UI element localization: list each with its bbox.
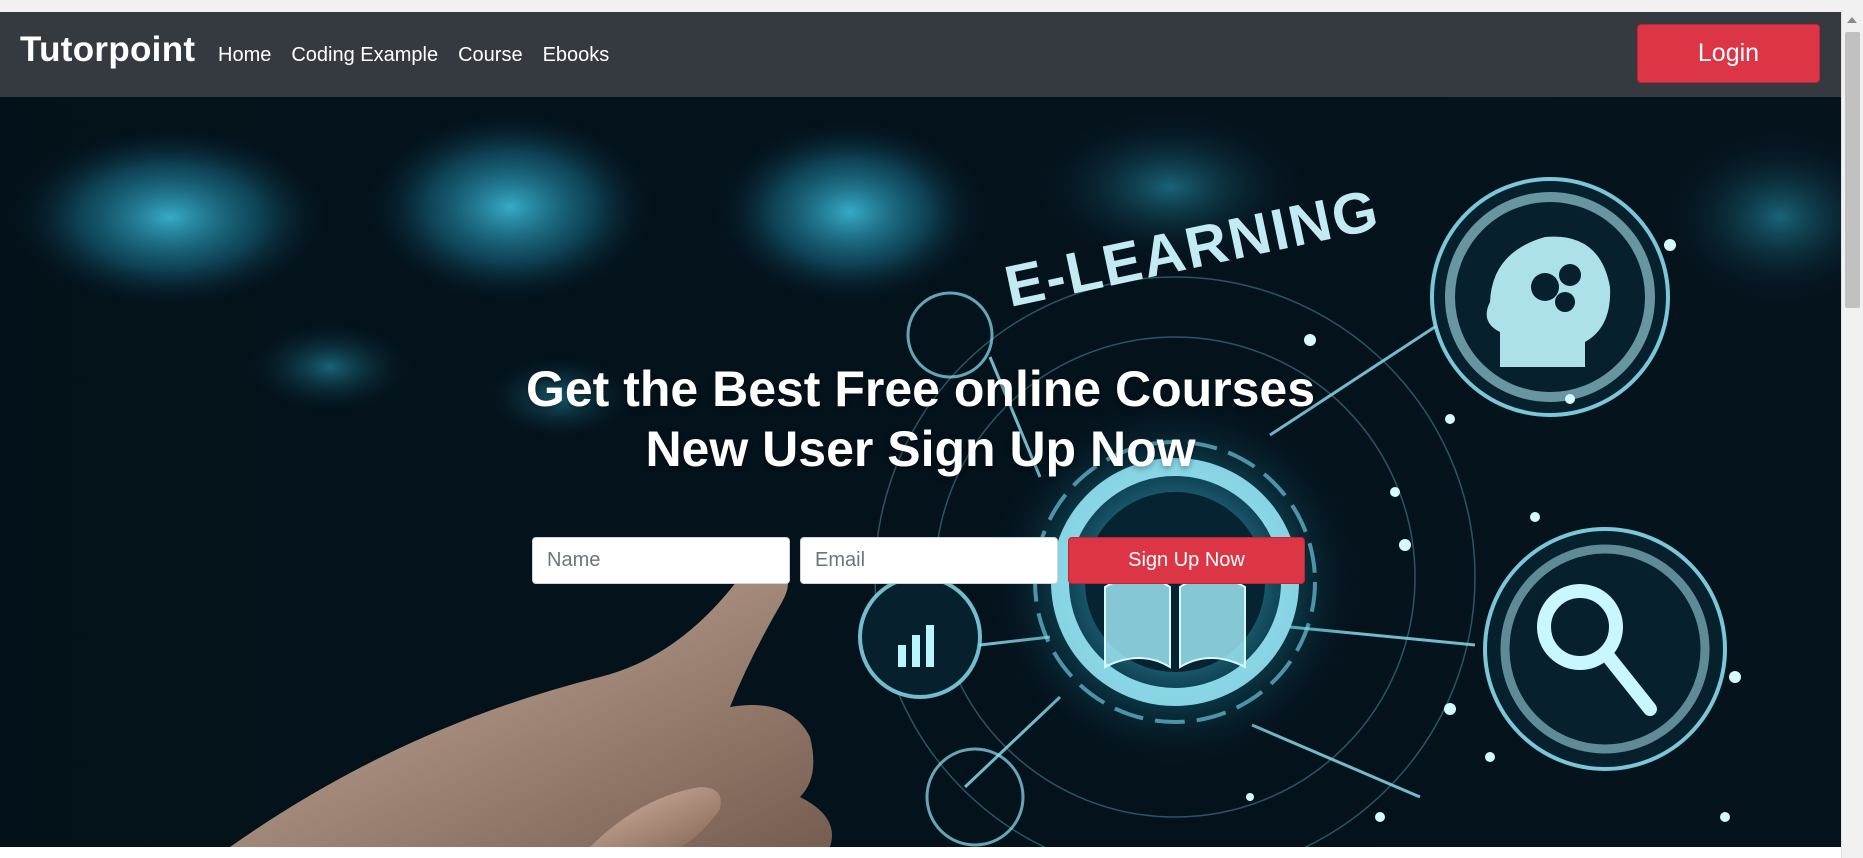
signup-button[interactable]: Sign Up Now	[1068, 537, 1305, 584]
nav-link-ebooks[interactable]: Ebooks	[533, 42, 620, 68]
nav-links: Home Coding Example Course Ebooks	[208, 42, 619, 68]
hero-section: E-LEARNING Get the Best Free online Cour…	[0, 97, 1841, 847]
browser-viewport: Tutorpoint Home Coding Example Course Eb…	[0, 0, 1863, 858]
nav-link-coding-example[interactable]: Coding Example	[281, 42, 448, 68]
name-input[interactable]	[532, 537, 790, 584]
scrollbar-thumb[interactable]	[1845, 32, 1860, 308]
hero-content: Get the Best Free online Courses New Use…	[0, 97, 1841, 847]
brand-logo[interactable]: Tutorpoint	[20, 28, 195, 72]
signup-form: Sign Up Now	[532, 537, 1305, 584]
navbar: Tutorpoint Home Coding Example Course Eb…	[0, 12, 1841, 97]
vertical-scrollbar[interactable]	[1841, 12, 1863, 858]
nav-link-home[interactable]: Home	[208, 42, 281, 68]
nav-link-course[interactable]: Course	[448, 42, 532, 68]
hero-headline-line1: Get the Best Free online Courses	[525, 361, 1316, 417]
page-bottom-edge	[0, 847, 1841, 858]
login-button[interactable]: Login	[1637, 24, 1820, 83]
scroll-up-arrow-icon[interactable]	[1847, 17, 1857, 23]
hero-headline-line2: New User Sign Up Now	[645, 421, 1196, 477]
email-input[interactable]	[800, 537, 1058, 584]
